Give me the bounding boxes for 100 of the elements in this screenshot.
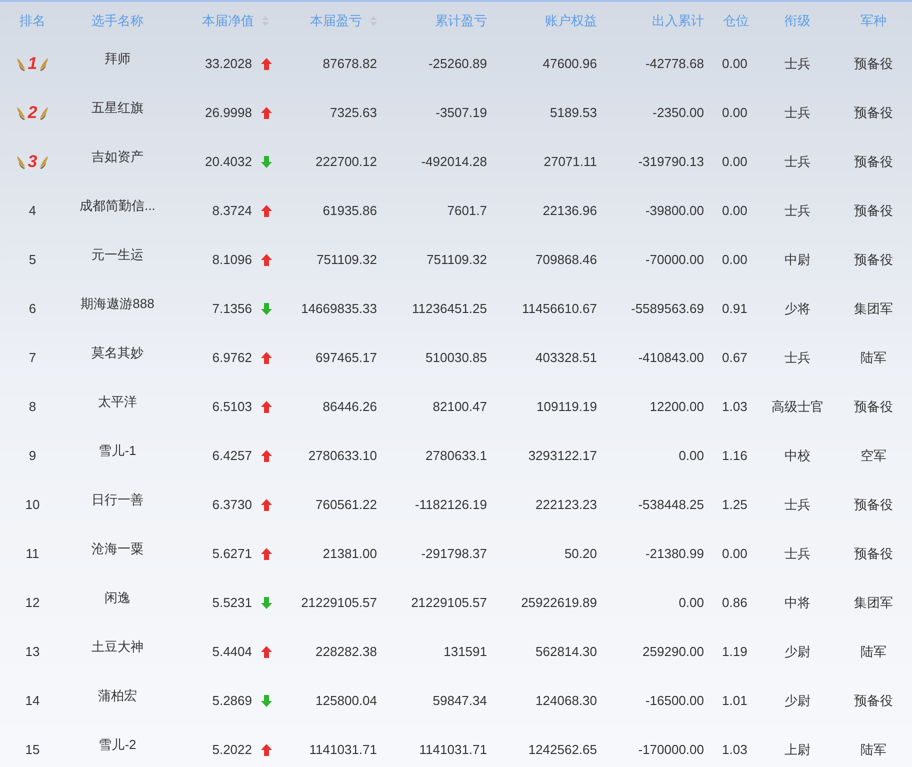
player-name: 太平洋 xyxy=(98,392,137,411)
table-cell-text: -25260.89 xyxy=(428,54,487,73)
table-cell-text: -3507.19 xyxy=(436,104,487,122)
table-cell-text: 22136.96 xyxy=(542,202,597,220)
table-cell-text: 14669835.33 xyxy=(301,300,377,318)
table-cell-text: 125800.04 xyxy=(316,692,377,710)
table-cell-text: 20.4032 xyxy=(205,152,252,171)
column-header[interactable]: 本届净值 xyxy=(202,10,254,30)
table-cell-text: 预备役 xyxy=(854,104,893,122)
rank-number: 1 xyxy=(28,55,38,72)
table-cell-text: 预备役 xyxy=(854,54,893,73)
table-cell-text: -291798.37 xyxy=(421,544,487,563)
table-cell-text: 5.2869 xyxy=(212,692,252,710)
table-cell-text: 751109.32 xyxy=(426,250,487,269)
table-cell-text: 上尉 xyxy=(784,740,810,759)
table-cell-text: 12200.00 xyxy=(650,398,704,416)
table-cell-text: 少尉 xyxy=(784,692,810,710)
table-cell-text: 27071.11 xyxy=(544,152,597,171)
table-cell-text: 0.00 xyxy=(722,250,748,269)
column-header: 仓位 xyxy=(723,12,749,30)
table-cell-text: 5.5231 xyxy=(212,594,252,612)
rank-number: 11 xyxy=(26,544,40,563)
table-cell-text: 陆军 xyxy=(860,740,886,759)
table-cell-text: 222123.23 xyxy=(536,496,597,514)
table-cell-text: 0.00 xyxy=(722,152,748,171)
table-cell-text: 预备役 xyxy=(854,398,893,416)
table-cell-text: 25922619.89 xyxy=(521,594,597,612)
rank-number: 15 xyxy=(25,740,40,759)
rank-number: 10 xyxy=(25,496,40,514)
table-cell-text: 5.4404 xyxy=(212,642,252,661)
table-cell-text: 228282.38 xyxy=(316,642,377,661)
table-cell-text: 1242562.65 xyxy=(528,740,597,759)
column-header: 衔级 xyxy=(784,12,810,30)
table-cell-text: 1141031.71 xyxy=(419,740,487,759)
table-cell-text: 59847.34 xyxy=(432,692,487,710)
player-name: 五星红旗 xyxy=(92,98,144,117)
table-cell-text: 21381.00 xyxy=(322,544,377,563)
table-cell-text: 7601.7 xyxy=(447,202,487,220)
table-cell-text: 预备役 xyxy=(854,152,893,171)
table-cell-text: 21229105.57 xyxy=(411,594,487,612)
table-cell-text: -538448.25 xyxy=(638,496,704,514)
rank-number: 14 xyxy=(25,692,40,710)
table-cell-text: 47600.96 xyxy=(542,54,597,73)
column-header: 出入累计 xyxy=(652,12,704,30)
column-header: 军种 xyxy=(860,12,886,30)
table-cell-text: 11236451.25 xyxy=(412,300,487,318)
table-cell-text: 士兵 xyxy=(784,202,810,220)
player-name: 元一生运 xyxy=(92,246,144,264)
table-cell-text: 1.25 xyxy=(722,496,748,514)
table-cell-text: 1.19 xyxy=(722,642,748,661)
table-cell-text: 少将 xyxy=(784,300,810,318)
table-cell-text: 751109.32 xyxy=(316,250,377,269)
player-name: 成都简勤信... xyxy=(80,196,156,215)
table-cell-text: 33.2028 xyxy=(205,54,252,73)
table-cell-text: 6.5103 xyxy=(212,398,252,416)
table-cell-text: -42778.68 xyxy=(645,54,704,73)
player-name: 闲逸 xyxy=(104,588,130,607)
table-cell-text: 21229105.57 xyxy=(301,594,377,612)
table-cell-text: 510030.85 xyxy=(426,348,487,367)
table-cell-text: 中尉 xyxy=(784,250,810,269)
rank-number: 7 xyxy=(28,348,36,367)
column-header: 选手名称 xyxy=(92,12,144,30)
laurel-icon xyxy=(14,104,27,120)
table-cell-text: 1.01 xyxy=(722,692,748,710)
table-cell-text: 5.6271 xyxy=(212,544,252,563)
table-cell-text: 陆军 xyxy=(860,642,886,661)
rank-number: 5 xyxy=(28,250,36,269)
column-header: 账户权益 xyxy=(545,12,597,30)
table-cell-text: 6.9762 xyxy=(212,348,252,367)
column-header: 累计盈亏 xyxy=(435,12,487,30)
table-cell-text: 少尉 xyxy=(784,642,810,661)
table-cell-text: 士兵 xyxy=(784,544,810,563)
column-header[interactable]: 本届盈亏 xyxy=(310,10,362,30)
table-cell-text: 82100.47 xyxy=(432,398,487,416)
table-cell-text: 259290.00 xyxy=(642,642,704,661)
player-name: 雪儿-2 xyxy=(98,736,136,754)
table-cell-text: 0.00 xyxy=(722,104,748,122)
table-cell-text: 8.3724 xyxy=(212,202,252,220)
rank-number: 3 xyxy=(28,153,38,170)
table-cell-text: 131591 xyxy=(444,642,487,661)
table-cell-text: 陆军 xyxy=(860,348,886,367)
table-cell-text: 5189.53 xyxy=(550,104,597,122)
table-cell-text: 87678.82 xyxy=(322,54,377,73)
rank-number: 2 xyxy=(28,104,38,121)
player-name: 吉如资产 xyxy=(92,148,144,166)
table-cell-text: 697465.17 xyxy=(316,348,377,367)
table-cell-text: 2780633.1 xyxy=(426,446,487,465)
table-cell-text: 士兵 xyxy=(784,348,810,367)
table-cell-text: 2780633.10 xyxy=(308,446,377,465)
table-cell-text: 士兵 xyxy=(784,152,810,171)
table-cell-text: 124068.30 xyxy=(536,692,597,710)
table-cell-text: 760561.22 xyxy=(316,496,377,514)
table-cell-text: 11456610.67 xyxy=(522,300,597,318)
table-cell-text: 26.9998 xyxy=(205,104,252,122)
table-cell-text: -21380.99 xyxy=(645,544,704,563)
table-cell-text: -170000.00 xyxy=(638,740,704,759)
table-cell-text: 0.00 xyxy=(678,446,704,465)
table-cell-text: 预备役 xyxy=(854,250,893,269)
table-cell-text: 空军 xyxy=(860,446,886,465)
rank-number: 8 xyxy=(28,398,36,416)
